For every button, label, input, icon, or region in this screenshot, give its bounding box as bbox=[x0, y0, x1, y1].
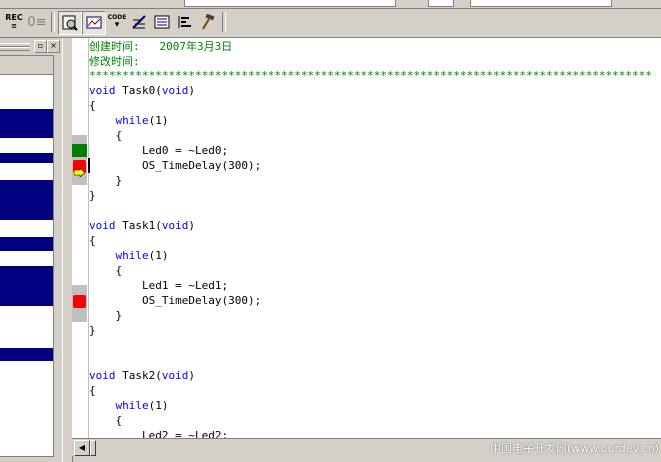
code-line[interactable]: OS_TimeDelay(300); bbox=[89, 293, 261, 308]
code-line[interactable]: { bbox=[89, 128, 122, 143]
tree-item[interactable] bbox=[0, 266, 53, 306]
panel-grip[interactable] bbox=[0, 47, 30, 51]
tree-item[interactable] bbox=[0, 237, 53, 251]
code-line[interactable]: void Task1(void) bbox=[89, 218, 195, 233]
code-line[interactable]: } bbox=[89, 173, 122, 188]
code-line[interactable]: Led0 = ~Led0; bbox=[89, 143, 228, 158]
tree-item[interactable] bbox=[0, 180, 53, 220]
rec-icon[interactable]: REC ≡ bbox=[3, 11, 25, 33]
performance-icon[interactable] bbox=[174, 11, 196, 33]
code-line[interactable]: { bbox=[89, 233, 96, 248]
code-line[interactable]: } bbox=[89, 323, 96, 338]
project-panel: ▫ × bbox=[0, 38, 60, 462]
code-line[interactable]: 修改时间: bbox=[89, 54, 140, 69]
tree-item[interactable] bbox=[0, 348, 53, 361]
watermark-text: 中国电子开发网(www.ourdev.cn) bbox=[489, 442, 659, 455]
tree-item[interactable] bbox=[0, 153, 53, 163]
code-line[interactable]: while(1) bbox=[89, 398, 169, 413]
editor-gutter[interactable] bbox=[72, 38, 90, 438]
scroll-left-icon[interactable]: ◀ bbox=[74, 440, 90, 456]
close-icon[interactable]: × bbox=[47, 40, 60, 53]
toolbar-separator bbox=[51, 12, 55, 32]
code-line[interactable]: { bbox=[89, 98, 96, 113]
code-line[interactable]: OS_TimeDelay(300); bbox=[89, 158, 261, 173]
build-tool-icon[interactable] bbox=[197, 11, 219, 33]
project-tree[interactable] bbox=[0, 55, 54, 457]
window-edge bbox=[184, 0, 396, 7]
code-line[interactable]: 创建时间: 2007年3月3日 bbox=[89, 39, 232, 54]
serial-window-icon[interactable] bbox=[128, 11, 150, 33]
restore-icon[interactable]: ▫ bbox=[34, 40, 47, 53]
logic-analyzer-icon[interactable] bbox=[151, 11, 173, 33]
code-line[interactable]: { bbox=[89, 263, 122, 278]
toolbar-separator bbox=[222, 12, 226, 32]
source-editor[interactable]: 创建时间: 2007年3月3日 修改时间: ********************… bbox=[72, 38, 661, 438]
window-edge bbox=[470, 0, 612, 7]
code-area[interactable]: 创建时间: 2007年3月3日 修改时间: ********************… bbox=[89, 39, 661, 438]
scroll-thumb[interactable] bbox=[90, 440, 96, 456]
code-line[interactable]: { bbox=[89, 383, 96, 398]
current-line-arrow-icon bbox=[73, 162, 86, 181]
code-line[interactable]: ****************************************… bbox=[89, 68, 652, 83]
panel-header: ▫ × bbox=[0, 40, 60, 53]
step-icon[interactable]: 0≡ bbox=[26, 11, 48, 33]
debug-toolbar: REC ≡ 0≡ CODE ▾ bbox=[0, 9, 661, 38]
code-line[interactable]: void Task0(void) bbox=[89, 83, 195, 98]
code-line[interactable]: } bbox=[89, 308, 122, 323]
disassembly-icon[interactable] bbox=[58, 11, 82, 35]
window-edge bbox=[428, 0, 454, 7]
code-line[interactable]: while(1) bbox=[89, 113, 169, 128]
memory-window-icon[interactable] bbox=[82, 11, 106, 35]
breakpoint-icon[interactable] bbox=[73, 295, 86, 308]
code-coverage-icon[interactable]: CODE ▾ bbox=[106, 11, 128, 33]
title-strip bbox=[0, 0, 661, 9]
executed-line-marker bbox=[72, 144, 87, 157]
code-line[interactable]: void Task2(void) bbox=[89, 368, 195, 383]
panel-tab-strip bbox=[0, 56, 53, 75]
rec-label: REC bbox=[5, 13, 23, 22]
code-line[interactable]: { bbox=[89, 413, 122, 428]
code-line[interactable]: while(1) bbox=[89, 248, 169, 263]
code-line[interactable]: } bbox=[89, 188, 96, 203]
tree-item[interactable] bbox=[0, 109, 53, 138]
code-line[interactable]: Led2 = ~Led2; bbox=[89, 428, 228, 438]
code-line[interactable]: Led1 = ~Led1; bbox=[89, 278, 228, 293]
